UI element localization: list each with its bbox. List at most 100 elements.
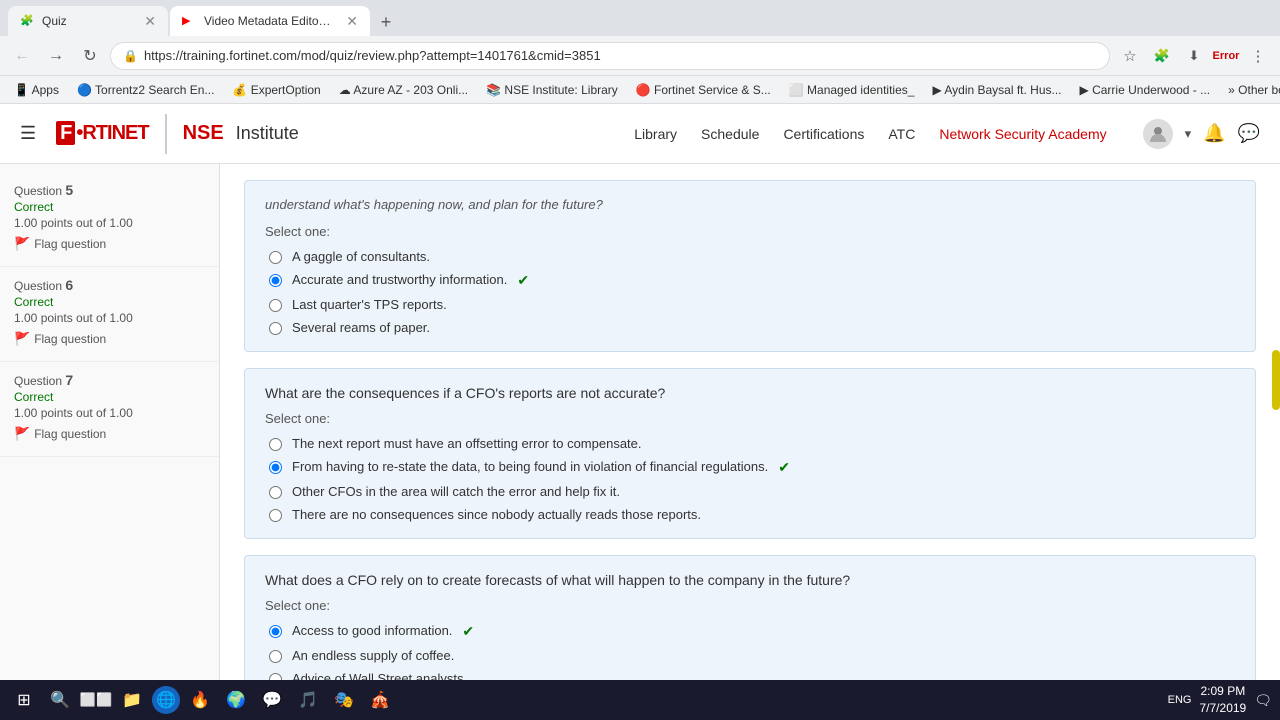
q7-radio-2[interactable]: [269, 650, 282, 663]
sidebar-question-5: Question 5 Correct 1.00 points out of 1.…: [0, 172, 219, 267]
bookmark-carrie[interactable]: ▶ Carrie Underwood - ...: [1074, 81, 1217, 99]
header-action-icons: ▾ 🔔 💬: [1143, 119, 1260, 149]
bookmark-fortinet[interactable]: 🔴 Fortinet Service & S...: [630, 81, 777, 99]
tab-youtube[interactable]: ▶ Video Metadata Editor - YouTube... ✕: [170, 6, 370, 36]
app-taskbar-button[interactable]: 🎪: [364, 684, 396, 716]
file-explorer-button[interactable]: 📁: [116, 684, 148, 716]
sidebar-question-7: Question 7 Correct 1.00 points out of 1.…: [0, 362, 219, 457]
q5-radio-3[interactable]: [269, 299, 282, 312]
flag-q5-button[interactable]: 🚩 Flag question: [14, 232, 205, 256]
q5-status: Correct: [14, 200, 205, 214]
search-taskbar-button[interactable]: 🔍: [44, 684, 76, 716]
q7-label: Question 7: [14, 372, 205, 388]
messages-icon[interactable]: 💬: [1238, 123, 1260, 144]
nav-schedule[interactable]: Schedule: [701, 126, 759, 142]
bookmark-nse[interactable]: 📚 NSE Institute: Library: [480, 81, 624, 99]
chrome-taskbar-button[interactable]: 🌐: [152, 686, 180, 714]
bookmark-azure[interactable]: ☁ Azure AZ - 203 Onli...: [333, 81, 474, 99]
extensions-button[interactable]: Error: [1212, 42, 1240, 70]
nav-atc[interactable]: ATC: [888, 126, 915, 142]
forward-button[interactable]: →: [42, 42, 70, 70]
q7-option-2: An endless supply of coffee.: [269, 648, 1235, 663]
q7-option-3-text: Advice of Wall Street analysts.: [292, 671, 467, 680]
q5-radio-2[interactable]: [269, 274, 282, 287]
tab-quiz[interactable]: 🧩 Quiz ✕: [8, 6, 168, 36]
bookmark-expertoption[interactable]: 💰 ExpertOption: [226, 81, 326, 99]
flag-q6-button[interactable]: 🚩 Flag question: [14, 327, 205, 351]
bookmark-more[interactable]: » Other bookmarks: [1222, 81, 1280, 99]
notification-bell-icon[interactable]: 🔔: [1203, 123, 1225, 144]
taskbar: ⊞ 🔍 ⬜⬜ 📁 🌐 🔥 🌍 💬 🎵 🎭 🎪 ENG 2:09 PM 7/7/2…: [0, 680, 1280, 720]
nav-library[interactable]: Library: [634, 126, 677, 142]
flag-q5-label: Flag question: [34, 237, 106, 251]
q7-option-1: Access to good information. ✔: [269, 623, 1235, 640]
bookmark-torrentz[interactable]: 🔵 Torrentz2 Search En...: [71, 81, 220, 99]
question-7-card: What does a CFO rely on to create foreca…: [244, 555, 1256, 680]
logo: F•RTINET NSE Institute: [56, 114, 299, 154]
tab-quiz-close[interactable]: ✕: [144, 13, 156, 30]
browser-window: 🧩 Quiz ✕ ▶ Video Metadata Editor - YouTu…: [0, 0, 1280, 680]
menu-button[interactable]: ⋮: [1244, 42, 1272, 70]
user-dropdown-arrow[interactable]: ▾: [1185, 126, 1192, 142]
logo-divider: [165, 114, 167, 154]
q6-select-one: Select one:: [265, 411, 1235, 426]
q7-select-one: Select one:: [265, 598, 1235, 613]
q7-label-text: Question: [14, 374, 62, 388]
chat-taskbar-button[interactable]: 💬: [256, 684, 288, 716]
bookmark-star-button[interactable]: ☆: [1116, 42, 1144, 70]
download-button[interactable]: ⬇: [1180, 42, 1208, 70]
reload-button[interactable]: ↻: [76, 42, 104, 70]
quiz-favicon: 🧩: [20, 14, 34, 28]
q6-radio-1[interactable]: [269, 438, 282, 451]
firefox-taskbar-button[interactable]: 🔥: [184, 684, 216, 716]
q6-option-3-text: Other CFOs in the area will catch the er…: [292, 484, 620, 499]
start-button[interactable]: ⊞: [8, 684, 40, 716]
bookmark-managed-identities[interactable]: ⬜ Managed identities_: [783, 81, 921, 99]
q6-option-4: There are no consequences since nobody a…: [269, 507, 1235, 522]
q7-number: 7: [65, 372, 73, 388]
q5-radio-1[interactable]: [269, 251, 282, 264]
q7-radio-1[interactable]: [269, 625, 282, 638]
browser2-taskbar-button[interactable]: 🌍: [220, 684, 252, 716]
notification-center-icon[interactable]: 🗨: [1254, 692, 1272, 709]
q7-option-1-text: Access to good information.: [292, 623, 452, 638]
back-button[interactable]: ←: [8, 42, 36, 70]
hamburger-menu-icon[interactable]: ☰: [20, 123, 36, 144]
nav-action-buttons: ☆ 🧩 ⬇ Error ⋮: [1116, 42, 1272, 70]
q7-status: Correct: [14, 390, 205, 404]
nav-certifications[interactable]: Certifications: [783, 126, 864, 142]
task-view-button[interactable]: ⬜⬜: [80, 684, 112, 716]
q5-option-2-text: Accurate and trustworthy information.: [292, 272, 507, 287]
q6-radio-4[interactable]: [269, 509, 282, 522]
flag-icon-q7: 🚩: [14, 426, 30, 442]
q5-label-text: Question: [14, 184, 62, 198]
new-tab-button[interactable]: +: [372, 8, 400, 36]
taskbar-time-text: 2:09 PM: [1200, 683, 1247, 700]
user-avatar[interactable]: [1143, 119, 1173, 149]
address-bar[interactable]: 🔒 https://training.fortinet.com/mod/quiz…: [110, 42, 1110, 70]
q6-radio-3[interactable]: [269, 486, 282, 499]
flag-icon-q5: 🚩: [14, 236, 30, 252]
q6-points: 1.00 points out of 1.00: [14, 311, 205, 325]
sidebar-question-6: Question 6 Correct 1.00 points out of 1.…: [0, 267, 219, 362]
bookmarks-bar: 📱 Apps 🔵 Torrentz2 Search En... 💰 Expert…: [0, 76, 1280, 104]
music-taskbar-button[interactable]: 🎵: [292, 684, 324, 716]
extension-puzzle-button[interactable]: 🧩: [1148, 42, 1176, 70]
q5-label: Question 5: [14, 182, 205, 198]
q5-number: 5: [65, 182, 73, 198]
bookmark-apps[interactable]: 📱 Apps: [8, 81, 65, 99]
tab-youtube-close[interactable]: ✕: [346, 13, 358, 30]
q6-radio-2[interactable]: [269, 461, 282, 474]
q6-label-text: Question: [14, 279, 62, 293]
flag-q7-button[interactable]: 🚩 Flag question: [14, 422, 205, 446]
youtube-favicon: ▶: [182, 14, 196, 28]
flag-q6-label: Flag question: [34, 332, 106, 346]
nav-nsa[interactable]: Network Security Academy: [939, 126, 1106, 142]
q6-option-2-text: From having to re-state the data, to bei…: [292, 459, 768, 474]
q7-option-3: Advice of Wall Street analysts.: [269, 671, 1235, 680]
ssl-lock-icon: 🔒: [123, 49, 138, 63]
q5-radio-4[interactable]: [269, 322, 282, 335]
media-taskbar-button[interactable]: 🎭: [328, 684, 360, 716]
bookmark-aydin[interactable]: ▶ Aydin Baysal ft. Hus...: [926, 81, 1067, 99]
q7-radio-3[interactable]: [269, 673, 282, 680]
